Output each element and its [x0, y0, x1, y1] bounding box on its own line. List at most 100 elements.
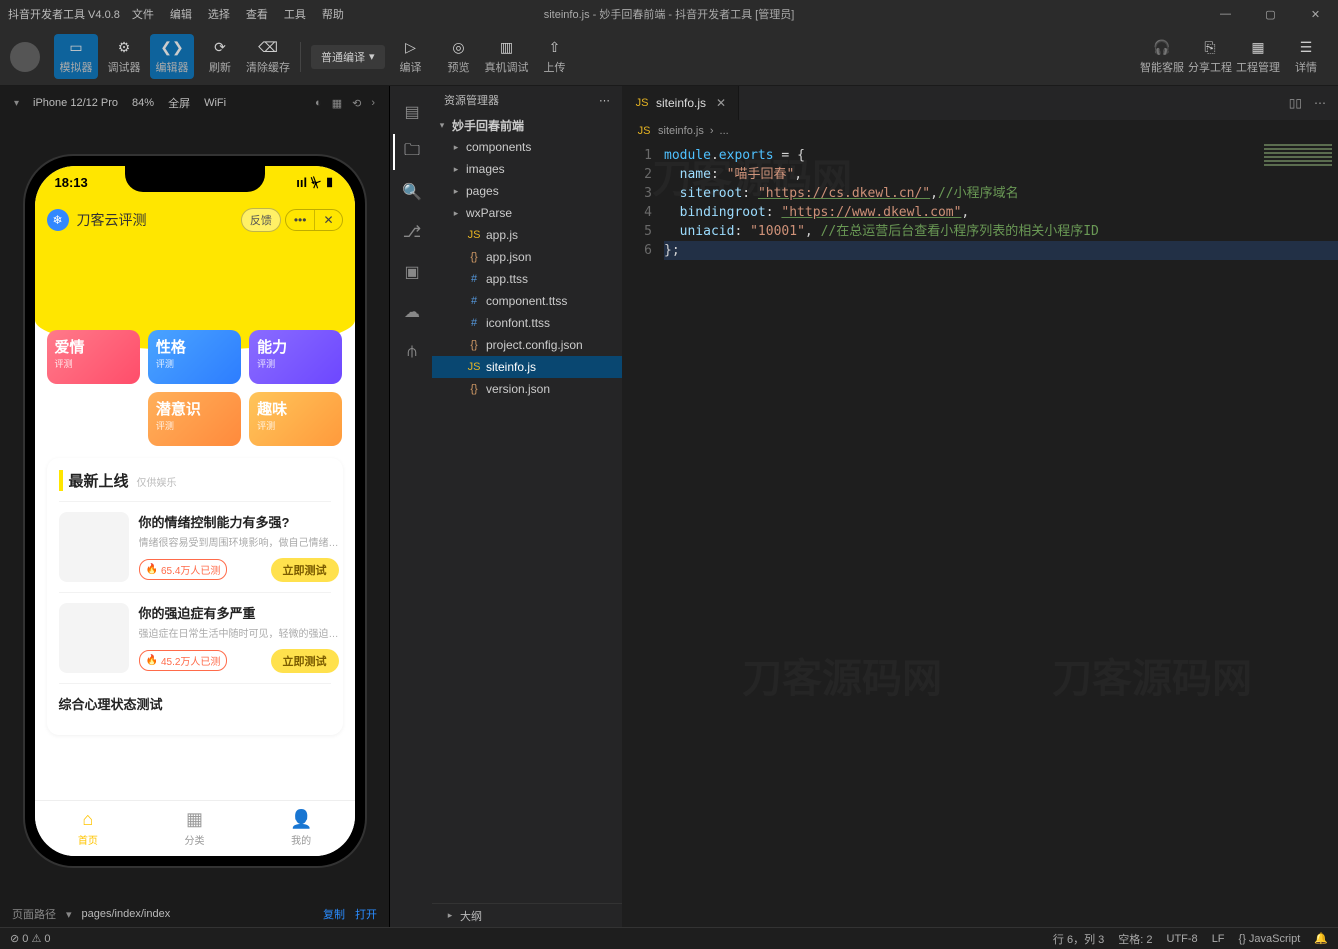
tb-simulator[interactable]: ▭模拟器 — [54, 34, 98, 79]
user-icon: 👤 — [290, 809, 312, 830]
minimap[interactable] — [1258, 142, 1338, 342]
menu-tools[interactable]: 工具 — [284, 6, 306, 22]
list-item[interactable]: 你的强迫症有多严重 强迫症在日常生活中随时可见，轻微的强迫… 45.2万人已测 … — [59, 592, 331, 683]
close-tab-button[interactable]: ✕ — [716, 96, 726, 110]
eol[interactable]: LF — [1212, 933, 1225, 945]
search-icon[interactable]: 🔍 — [393, 174, 429, 210]
play-icon: ▷ — [402, 38, 420, 56]
menu-file[interactable]: 文件 — [132, 6, 154, 22]
menu-edit[interactable]: 编辑 — [170, 6, 192, 22]
app-name: 抖音开发者工具 V4.0.8 — [8, 6, 120, 22]
rotate-icon[interactable]: ⟲ — [352, 97, 361, 110]
outline-header[interactable]: ▸大纲 — [432, 903, 622, 927]
screen-select[interactable]: 全屏 — [168, 95, 190, 111]
chevron-down-icon[interactable]: ▾ — [66, 908, 72, 921]
tab-mine[interactable]: 👤我的 — [248, 801, 355, 856]
grid-icon: ▦ — [186, 809, 203, 830]
tb-project-mgmt[interactable]: ▦工程管理 — [1236, 34, 1280, 79]
tb-clear-cache[interactable]: ⌫清除缓存 — [246, 34, 290, 79]
tree-file[interactable]: JSsiteinfo.js — [432, 356, 622, 378]
more-icon[interactable]: ⋯ — [599, 94, 610, 107]
chevron-down-icon[interactable]: ▾ — [14, 98, 19, 109]
tb-debugger[interactable]: ⚙调试器 — [102, 34, 146, 79]
category-ability[interactable]: 能力评测 — [249, 330, 342, 384]
tree-folder[interactable]: ▸images — [432, 158, 622, 180]
source-control-icon[interactable]: ⎇ — [393, 214, 429, 250]
tree-folder[interactable]: ▸components — [432, 136, 622, 158]
more-icon[interactable]: ⋯ — [1314, 96, 1326, 110]
tb-refresh[interactable]: ⟳刷新 — [198, 34, 242, 79]
category-fun[interactable]: 趣味评测 — [249, 392, 342, 446]
open-path-button[interactable]: 打开 — [355, 906, 377, 922]
menu-view[interactable]: 查看 — [246, 6, 268, 22]
section-title: 最新上线 — [59, 470, 129, 491]
start-test-button[interactable]: 立即测试 — [271, 649, 339, 673]
cloud-icon[interactable]: ☁ — [393, 294, 429, 330]
menu-select[interactable]: 选择 — [208, 6, 230, 22]
tb-remote-debug[interactable]: ▥真机调试 — [485, 34, 529, 79]
cursor-position[interactable]: 行 6，列 3 — [1053, 931, 1104, 947]
editor-tab[interactable]: JS siteinfo.js ✕ — [622, 86, 739, 120]
tree-file[interactable]: #app.ttss — [432, 268, 622, 290]
copy-path-button[interactable]: 复制 — [323, 906, 345, 922]
social-icon[interactable]: ◐ — [315, 97, 322, 110]
tb-support[interactable]: 🎧智能客服 — [1140, 34, 1184, 79]
tb-upload[interactable]: ⇧上传 — [533, 34, 577, 79]
list-item[interactable]: 综合心理状态测试 — [59, 683, 331, 723]
page-path-value: pages/index/index — [82, 908, 171, 920]
phone-icon: ▭ — [67, 38, 85, 56]
tab-category[interactable]: ▦分类 — [141, 801, 248, 856]
feedback-button[interactable]: 反馈 — [241, 208, 281, 232]
tree-file[interactable]: {}version.json — [432, 378, 622, 400]
tree-file[interactable]: {}project.config.json — [432, 334, 622, 356]
extensions-icon[interactable]: ▣ — [393, 254, 429, 290]
tb-details[interactable]: ☰详情 — [1284, 34, 1328, 79]
arrow-icon[interactable]: › — [371, 97, 375, 110]
js-file-icon: JS — [634, 97, 650, 109]
explorer-icon[interactable]: 🗀 — [393, 134, 429, 170]
analytics-icon[interactable]: ⫛ — [393, 334, 429, 370]
category-personality[interactable]: 性格评测 — [148, 330, 241, 384]
tab-home[interactable]: ⌂首页 — [35, 801, 142, 856]
refresh-icon: ⟳ — [211, 38, 229, 56]
tree-file[interactable]: #component.ttss — [432, 290, 622, 312]
tree-folder[interactable]: ▸wxParse — [432, 202, 622, 224]
tree-file[interactable]: #iconfont.ttss — [432, 312, 622, 334]
tree-root[interactable]: ▾妙手回春前端 — [432, 114, 622, 136]
tree-file[interactable]: JSapp.js — [432, 224, 622, 246]
phone-screen[interactable]: 18:13 ııl ⏧ ▮ ❄ 刀客云评测 反馈 ••• ✕ — [35, 166, 355, 856]
compile-mode-dropdown[interactable]: 普通编译▾ — [311, 45, 385, 69]
language-mode[interactable]: {} JavaScript — [1239, 933, 1301, 945]
tb-editor[interactable]: ❮❯编辑器 — [150, 34, 194, 79]
sidebar-toggle-icon[interactable]: ▤ — [393, 94, 429, 130]
tb-share[interactable]: ⎘分享工程 — [1188, 34, 1232, 79]
list-item[interactable]: 你的情绪控制能力有多强? 情绪很容易受到周围环境影响，做自己情绪… 65.4万人… — [59, 501, 331, 592]
capsule-close-button[interactable]: ✕ — [314, 210, 341, 230]
tree-file[interactable]: {}app.json — [432, 246, 622, 268]
breadcrumb[interactable]: JS siteinfo.js › ... — [622, 120, 1338, 142]
list-icon: ☰ — [1297, 38, 1315, 56]
tb-preview[interactable]: ◎预览 — [437, 34, 481, 79]
grid-icon[interactable]: ▦ — [332, 97, 342, 110]
split-editor-icon[interactable]: ▯▯ — [1289, 96, 1302, 110]
close-button[interactable]: ✕ — [1293, 0, 1338, 28]
problems-indicator[interactable]: ⊘ 0 ⚠ 0 — [10, 932, 50, 945]
bell-icon[interactable]: 🔔 — [1314, 932, 1328, 945]
start-test-button[interactable]: 立即测试 — [271, 558, 339, 582]
indent-setting[interactable]: 空格: 2 — [1118, 931, 1152, 947]
encoding[interactable]: UTF-8 — [1167, 933, 1198, 945]
category-love[interactable]: 爱情评测 — [47, 330, 140, 384]
menu-help[interactable]: 帮助 — [322, 6, 344, 22]
category-subconscious[interactable]: 潜意识评测 — [148, 392, 241, 446]
tree-folder[interactable]: ▸pages — [432, 180, 622, 202]
maximize-button[interactable]: ▢ — [1248, 0, 1293, 28]
device-select[interactable]: iPhone 12/12 Pro — [33, 97, 118, 109]
capsule-more-button[interactable]: ••• — [286, 210, 315, 230]
minimize-button[interactable]: — — [1203, 0, 1248, 28]
tb-compile[interactable]: ▷编译 — [389, 34, 433, 79]
zoom-select[interactable]: 84% — [132, 97, 154, 109]
network-select[interactable]: WiFi — [204, 97, 226, 109]
avatar[interactable] — [10, 42, 40, 72]
miniapp-title: 刀客云评测 — [77, 210, 233, 230]
code-area[interactable]: 1module.exports = { 2 name: "喵手回春", 3 si… — [622, 142, 1338, 927]
